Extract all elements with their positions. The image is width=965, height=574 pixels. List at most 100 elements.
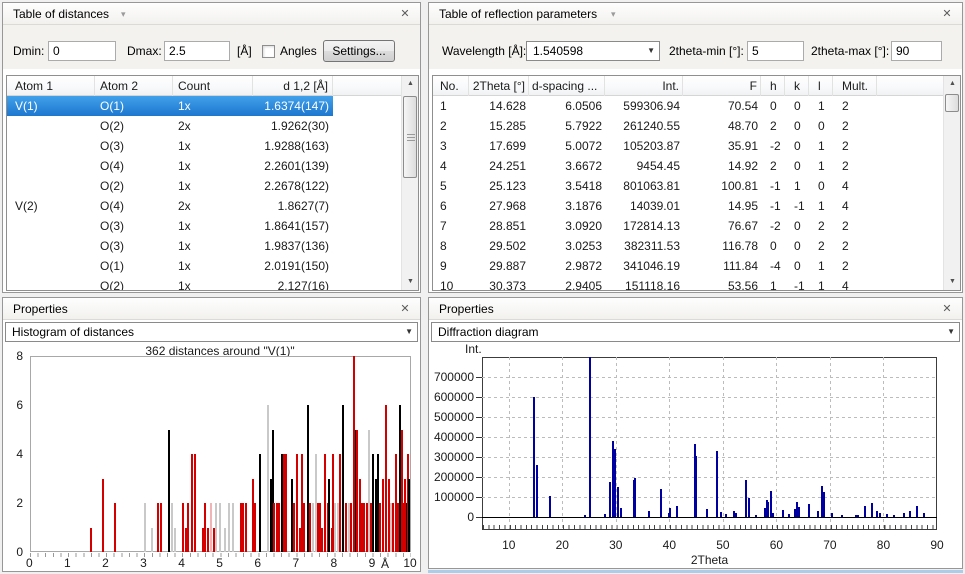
angles-checkbox[interactable]: [262, 45, 275, 58]
table-row[interactable]: V(1)O(1)1x1.6374(147): [7, 96, 401, 116]
table-row[interactable]: O(2)1x2.127(16): [7, 276, 401, 291]
column-header[interactable]: Atom 2: [95, 76, 173, 96]
table-row[interactable]: 114.6286.0506599306.9470.540012: [433, 96, 943, 116]
panel-title: Table of distances: [13, 3, 109, 25]
table-cell: O(4): [95, 156, 173, 176]
table-cell: 0: [785, 256, 809, 276]
y-axis-tick-label: 2: [3, 496, 23, 510]
table-row[interactable]: O(1)1x2.0191(150): [7, 256, 401, 276]
chevron-down-icon[interactable]: ▾: [121, 9, 126, 20]
table-row[interactable]: O(2)1x2.2678(122): [7, 176, 401, 196]
table-row[interactable]: 1030.3732.9405151118.1653.561-114: [433, 276, 943, 291]
table-row[interactable]: O(2)2x1.9262(30): [7, 116, 401, 136]
reflections-table-header[interactable]: No.2Theta [°]d-spacing ...Int.FhklMult.: [433, 76, 943, 96]
column-header[interactable]: d-spacing ...: [529, 76, 605, 96]
table-cell: 2.127(16): [253, 276, 333, 291]
table-row[interactable]: 627.9683.187614039.0114.95-1-114: [433, 196, 943, 216]
column-header[interactable]: Atom 1: [7, 76, 95, 96]
theta-min-input[interactable]: [747, 41, 804, 61]
close-icon[interactable]: ✕: [397, 6, 413, 22]
column-header[interactable]: d 1,2 [Å]: [253, 76, 333, 96]
y-axis-tick-label: 400000: [429, 430, 474, 444]
histogram-chart: 362 distances around "V(1)" Å 0246801234…: [3, 342, 420, 571]
diffraction-peak: [909, 511, 911, 517]
dmax-input[interactable]: [164, 41, 230, 61]
histogram-bar: [285, 454, 287, 552]
table-row[interactable]: O(3)1x1.8641(157): [7, 216, 401, 236]
column-header[interactable]: No.: [433, 76, 469, 96]
scroll-down-icon[interactable]: ▼: [402, 274, 419, 290]
close-icon[interactable]: ✕: [397, 301, 413, 317]
column-header[interactable]: Count: [173, 76, 253, 96]
y-axis-tick: [476, 377, 482, 378]
table-cell: 2: [833, 216, 877, 236]
theta-max-input[interactable]: [891, 41, 942, 61]
table-row[interactable]: 215.2855.7922261240.5548.702002: [433, 116, 943, 136]
panel-titlebar[interactable]: Properties ✕: [3, 298, 420, 320]
table-row[interactable]: 829.5023.0253382311.53116.780022: [433, 236, 943, 256]
table-row[interactable]: 929.8872.9872341046.19111.84-4012: [433, 256, 943, 276]
table-cell: 105203.87: [605, 136, 683, 156]
table-cell: O(1): [95, 96, 173, 116]
panel-titlebar[interactable]: Table of distances ▾ ✕: [3, 3, 420, 25]
column-header[interactable]: 2Theta [°]: [469, 76, 529, 96]
table-cell: 1x: [173, 96, 253, 116]
diffraction-peak: [748, 498, 750, 517]
table-cell: 9454.45: [605, 156, 683, 176]
panel-titlebar[interactable]: Table of reflection parameters ▾ ✕: [429, 3, 962, 25]
column-header[interactable]: F: [683, 76, 761, 96]
scrollbar-thumb[interactable]: [403, 96, 417, 178]
table-cell: 1.8641(157): [253, 216, 333, 236]
scroll-down-icon[interactable]: ▼: [944, 274, 961, 290]
table-row[interactable]: O(3)1x1.9288(163): [7, 136, 401, 156]
chevron-down-icon[interactable]: ▾: [611, 9, 616, 20]
x-axis-tick-label: 30: [602, 538, 630, 552]
table-row[interactable]: 317.6995.0072105203.8735.91-2012: [433, 136, 943, 156]
x-axis-tick-label: 50: [709, 538, 737, 552]
diffraction-peak: [916, 506, 918, 517]
column-header[interactable]: l: [809, 76, 833, 96]
y-gridline: [482, 457, 937, 458]
properties-selector-combobox[interactable]: Histogram of distances ▼: [5, 322, 418, 342]
table-row[interactable]: O(3)1x1.9837(136): [7, 236, 401, 256]
x-axis-tick-label: 1: [55, 556, 79, 570]
column-header[interactable]: Mult.: [833, 76, 877, 96]
wavelength-combobox[interactable]: 1.540598 ▼: [526, 41, 660, 61]
scroll-up-icon[interactable]: ▲: [944, 76, 961, 92]
diffraction-peak: [695, 456, 697, 517]
table-cell: V(1): [7, 96, 95, 116]
x-axis-tick-label: 7: [284, 556, 308, 570]
table-cell: 0: [809, 116, 833, 136]
x-axis-tick-label: 0: [17, 556, 41, 570]
table-row[interactable]: O(4)1x2.2601(139): [7, 156, 401, 176]
diffraction-peak: [876, 511, 878, 517]
x-axis-minor-ticks: [483, 525, 936, 529]
table-row[interactable]: 424.2513.66729454.4514.922012: [433, 156, 943, 176]
column-header[interactable]: Int.: [605, 76, 683, 96]
combobox-arrow-icon[interactable]: ▼: [647, 46, 655, 55]
histogram-bar: [168, 430, 170, 553]
dmin-input[interactable]: [48, 41, 116, 61]
histogram-bar: [224, 528, 226, 553]
x-gridline: [830, 357, 831, 530]
distances-table-header[interactable]: Atom 1Atom 2Countd 1,2 [Å]: [7, 76, 401, 96]
table-row[interactable]: 728.8513.0920172814.1376.67-2022: [433, 216, 943, 236]
column-header[interactable]: k: [785, 76, 809, 96]
distances-scrollbar[interactable]: ▲ ▼: [401, 76, 418, 290]
settings-button[interactable]: Settings...: [323, 40, 395, 62]
table-cell: 30.373: [469, 276, 529, 291]
diffraction-peak: [720, 512, 722, 517]
x-axis-tick-label: 9: [360, 556, 384, 570]
table-row[interactable]: 525.1233.5418801063.81100.81-1104: [433, 176, 943, 196]
close-icon[interactable]: ✕: [939, 6, 955, 22]
scrollbar-thumb[interactable]: [945, 94, 959, 112]
x-axis-tick-label: 2: [93, 556, 117, 570]
diffraction-peak: [782, 510, 784, 517]
column-header[interactable]: h: [761, 76, 785, 96]
table-cell: 5.7922: [529, 116, 605, 136]
combobox-arrow-icon[interactable]: ▼: [405, 327, 413, 336]
scroll-up-icon[interactable]: ▲: [402, 76, 419, 92]
table-row[interactable]: V(2)O(4)2x1.8627(7): [7, 196, 401, 216]
reflections-scrollbar[interactable]: ▲ ▼: [943, 76, 960, 290]
histogram-bar: [303, 503, 305, 552]
